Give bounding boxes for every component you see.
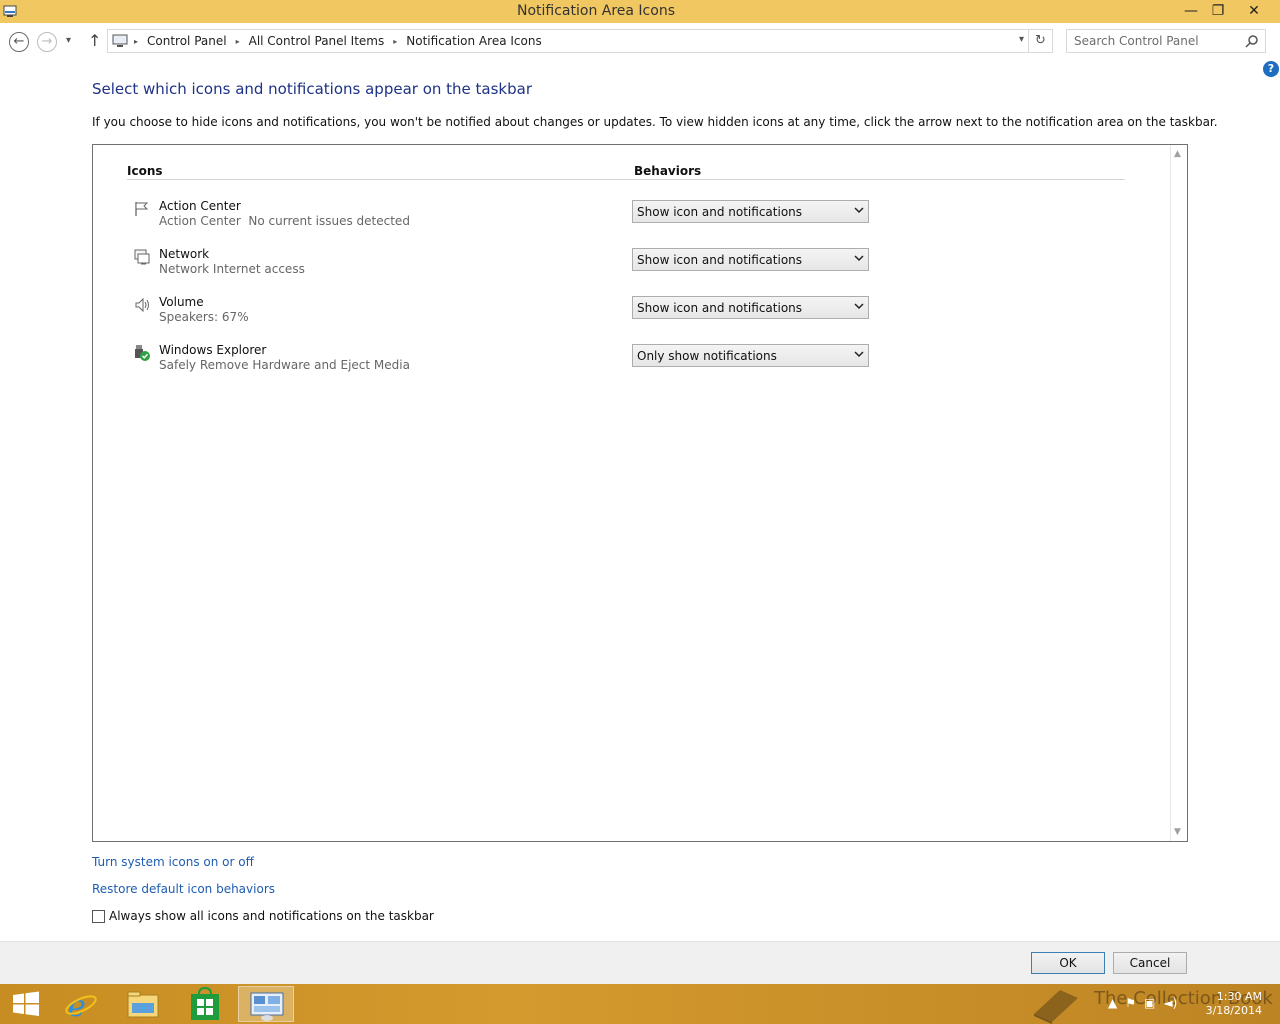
close-button[interactable]: ✕: [1240, 0, 1268, 22]
behaviors-column-header: Behaviors: [634, 164, 702, 178]
chevron-down-icon: [854, 303, 864, 310]
computer-icon: [112, 34, 128, 47]
behavior-select[interactable]: Show icon and notifications: [632, 200, 869, 223]
icon-name: Network: [159, 247, 210, 261]
flag-icon: [135, 202, 149, 216]
crumb-separator[interactable]: ▸: [393, 37, 397, 46]
table-row: Action Center Action Center No current i…: [93, 196, 1093, 236]
chevron-down-icon: [854, 255, 864, 262]
usb-eject-icon: [135, 345, 150, 361]
taskbar-control-panel[interactable]: [238, 986, 294, 1022]
icon-name: Action Center: [159, 199, 241, 213]
recent-locations-button[interactable]: ▾: [66, 35, 71, 46]
cancel-button[interactable]: Cancel: [1113, 952, 1187, 974]
title-bar: Notification Area Icons — ❐ ✕: [0, 0, 1280, 23]
file-explorer-icon: [127, 991, 159, 1018]
tray-speaker-icon[interactable]: ◄): [1163, 996, 1177, 1010]
icon-description: Action Center No current issues detected: [159, 214, 410, 228]
icons-column-header: Icons: [127, 164, 163, 178]
start-button[interactable]: [0, 986, 56, 1022]
minimize-button[interactable]: —: [1177, 0, 1205, 22]
system-tray[interactable]: ▲ ⚑ ▣ ◄): [1108, 996, 1177, 1010]
icon-name: Windows Explorer: [159, 343, 267, 357]
breadcrumb: ▸ Control Panel ▸ All Control Panel Item…: [134, 34, 542, 48]
behavior-select[interactable]: Show icon and notifications: [632, 248, 869, 271]
icon-description: Network Internet access: [159, 262, 305, 276]
breadcrumb-all-items[interactable]: All Control Panel Items: [249, 34, 385, 48]
table-row: Windows Explorer Safely Remove Hardware …: [93, 340, 1093, 380]
navigation-bar: ← → ▾ ↑ ▸ Control Panel ▸ All Control Pa…: [0, 23, 1280, 58]
restore-button[interactable]: ❐: [1204, 0, 1232, 22]
scroll-down-icon[interactable]: ▼: [1174, 827, 1181, 837]
always-show-option: Always show all icons and notifications …: [92, 909, 434, 923]
tray-flag-icon[interactable]: ⚑: [1125, 996, 1136, 1010]
forward-button[interactable]: →: [37, 32, 57, 52]
speaker-icon: [135, 297, 149, 313]
taskbar-store[interactable]: [177, 986, 233, 1022]
behavior-value: Show icon and notifications: [637, 253, 803, 267]
taskbar-internet-explorer[interactable]: e: [54, 986, 110, 1024]
tray-network-icon[interactable]: ▣: [1144, 996, 1155, 1010]
header-divider: [127, 179, 1125, 180]
network-icon: [134, 249, 150, 265]
control-panel-icon: [250, 992, 284, 1021]
scroll-up-icon[interactable]: ▲: [1174, 149, 1181, 159]
help-icon[interactable]: ?: [1263, 61, 1279, 77]
address-dropdown-icon[interactable]: ▾: [1019, 34, 1024, 45]
table-row: Volume Speakers: 67% Show icon and notif…: [93, 292, 1093, 332]
icon-description: Safely Remove Hardware and Eject Media: [159, 358, 410, 372]
taskbar-file-explorer[interactable]: [115, 986, 171, 1022]
back-button[interactable]: ←: [9, 32, 29, 52]
turn-system-icons-link[interactable]: Turn system icons on or off: [92, 855, 254, 869]
show-hidden-icons-icon[interactable]: ▲: [1108, 996, 1117, 1010]
search-input[interactable]: [1067, 30, 1237, 52]
breadcrumb-control-panel[interactable]: Control Panel: [147, 34, 227, 48]
page-title: Select which icons and notifications app…: [92, 80, 532, 98]
address-bar[interactable]: ▸ Control Panel ▸ All Control Panel Item…: [107, 29, 1029, 53]
behavior-value: Only show notifications: [637, 349, 777, 363]
dialog-footer: OK Cancel: [0, 941, 1280, 984]
chevron-down-icon: [854, 207, 864, 214]
behavior-select[interactable]: Show icon and notifications: [632, 296, 869, 319]
refresh-button[interactable]: ↻: [1029, 29, 1053, 53]
taskbar: e The Collection Book ▲ ⚑ ▣ ◄) 1:30 AM 3…: [0, 984, 1280, 1024]
vertical-scrollbar[interactable]: ▲ ▼: [1170, 145, 1187, 841]
up-button[interactable]: ↑: [88, 31, 101, 50]
internet-explorer-icon: e: [65, 989, 97, 1024]
behavior-value: Show icon and notifications: [637, 205, 803, 219]
search-icon[interactable]: [1245, 34, 1259, 48]
chevron-down-icon: [854, 351, 864, 358]
start-icon: [13, 991, 39, 1016]
always-show-label[interactable]: Always show all icons and notifications …: [109, 909, 434, 923]
ok-button[interactable]: OK: [1031, 952, 1105, 974]
tray-date: 3/18/2014: [1205, 1004, 1262, 1017]
tray-time: 1:30 AM: [1216, 990, 1262, 1003]
behavior-value: Show icon and notifications: [637, 301, 803, 315]
page-description: If you choose to hide icons and notifica…: [92, 115, 1218, 129]
always-show-checkbox[interactable]: [92, 909, 105, 923]
store-icon: [191, 986, 219, 1020]
breadcrumb-notification-area-icons[interactable]: Notification Area Icons: [406, 34, 541, 48]
restore-defaults-link[interactable]: Restore default icon behaviors: [92, 882, 275, 896]
behavior-select[interactable]: Only show notifications: [632, 344, 869, 367]
window-title: Notification Area Icons: [516, 3, 675, 19]
table-row: Network Network Internet access Show ico…: [93, 244, 1093, 284]
search-box[interactable]: [1066, 29, 1266, 53]
tray-clock[interactable]: 1:30 AM 3/18/2014: [1206, 990, 1262, 1018]
crumb-separator[interactable]: ▸: [236, 37, 240, 46]
icons-list-panel: Icons Behaviors Action Center Action Cen…: [92, 144, 1188, 842]
icon-name: Volume: [159, 295, 204, 309]
icon-description: Speakers: 67%: [159, 310, 249, 324]
book-icon: [1034, 990, 1078, 1024]
crumb-separator[interactable]: ▸: [134, 37, 138, 46]
